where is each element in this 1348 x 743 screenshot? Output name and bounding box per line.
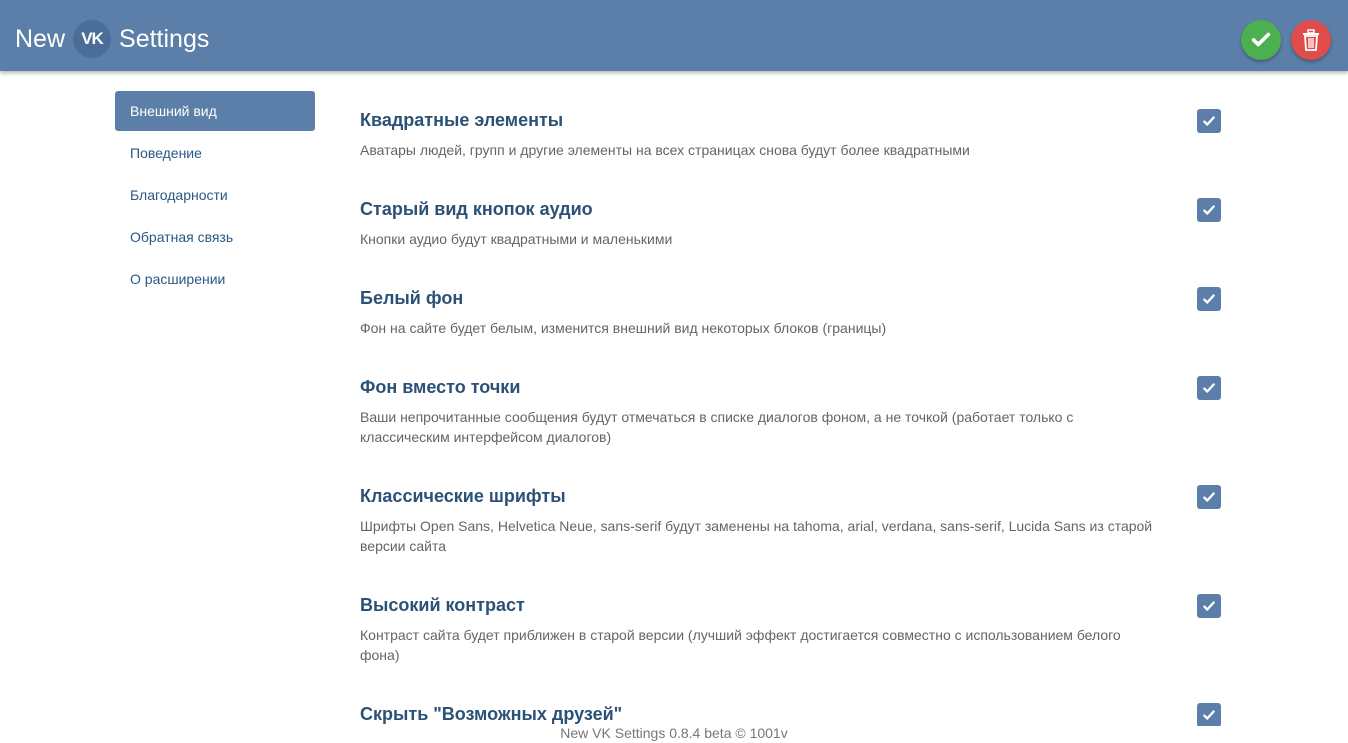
delete-button[interactable] [1291, 20, 1331, 60]
option-description: Фон на сайте будет белым, изменится внеш… [360, 320, 887, 336]
trash-icon [1303, 29, 1319, 51]
option-item: Скрыть "Возможных друзей"Блок "Возможные… [360, 689, 1230, 726]
option-checkbox[interactable] [1197, 485, 1221, 509]
app-title: New VK Settings [15, 20, 209, 58]
option-checkbox[interactable] [1197, 109, 1221, 133]
sidebar-item-appearance[interactable]: Внешний вид [115, 91, 315, 131]
option-title: Скрыть "Возможных друзей" [360, 704, 623, 724]
option-title: Квадратные элементы [360, 110, 564, 130]
option-item: Старый вид кнопок аудио Кнопки аудио буду… [360, 184, 1230, 249]
check-icon [1203, 601, 1215, 611]
sidebar: Внешний вид Поведение Благодарности Обра… [115, 91, 315, 301]
sidebar-item-behavior[interactable]: Поведение [115, 133, 315, 173]
save-button[interactable] [1241, 20, 1281, 60]
option-title: Старый вид кнопок аудио [360, 199, 593, 219]
check-icon [1203, 205, 1215, 215]
check-icon [1203, 492, 1215, 502]
footer: New VK Settings 0.8.4 beta © 1001v [560, 725, 788, 741]
option-checkbox[interactable] [1197, 594, 1221, 618]
option-checkbox[interactable] [1197, 703, 1221, 726]
title-settings: Settings [119, 24, 210, 53]
check-icon [1251, 32, 1271, 47]
option-description: Аватары людей, групп и другие элементы н… [360, 142, 970, 158]
sidebar-item-about[interactable]: О расширении [115, 259, 315, 299]
option-item: Высокий контраст Контраст сайта будет при… [360, 580, 1230, 665]
option-description: Кнопки аудио будут квадратными и маленьк… [360, 231, 673, 247]
option-title: Белый фон [360, 288, 464, 308]
option-description: Шрифты Open Sans, Helvetica Neue, sans-s… [360, 518, 1153, 554]
sidebar-item-feedback[interactable]: Обратная связь [115, 217, 315, 257]
option-title: Высокий контраст [360, 595, 525, 615]
vk-logo-icon: VK [73, 20, 112, 58]
check-icon [1203, 383, 1215, 393]
option-title: Классические шрифты [360, 486, 566, 506]
option-item: Белый фон Фон на сайте будет белым, измен… [360, 273, 1230, 338]
option-item: Фон вместо точки Ваши непрочитанные сообщ… [360, 362, 1230, 447]
options-list: Квадратные элементы Аватары людей, групп … [360, 95, 1230, 726]
title-new: New [15, 24, 66, 53]
option-checkbox[interactable] [1197, 287, 1221, 311]
check-icon [1203, 710, 1215, 720]
header: New VK Settings [0, 0, 1348, 71]
option-title: Фон вместо точки [360, 377, 521, 397]
check-icon [1203, 116, 1215, 126]
sidebar-item-thanks[interactable]: Благодарности [115, 175, 315, 215]
option-description: Ваши непрочитанные сообщения будут отмеч… [360, 409, 1074, 445]
option-item: Классические шрифты Шрифты Open Sans, Hel… [360, 471, 1230, 556]
option-checkbox[interactable] [1197, 376, 1221, 400]
option-checkbox[interactable] [1197, 198, 1221, 222]
option-description: Контраст сайта будет приближен в старой … [360, 627, 1121, 663]
option-item: Квадратные элементы Аватары людей, групп … [360, 95, 1230, 160]
check-icon [1203, 294, 1215, 304]
